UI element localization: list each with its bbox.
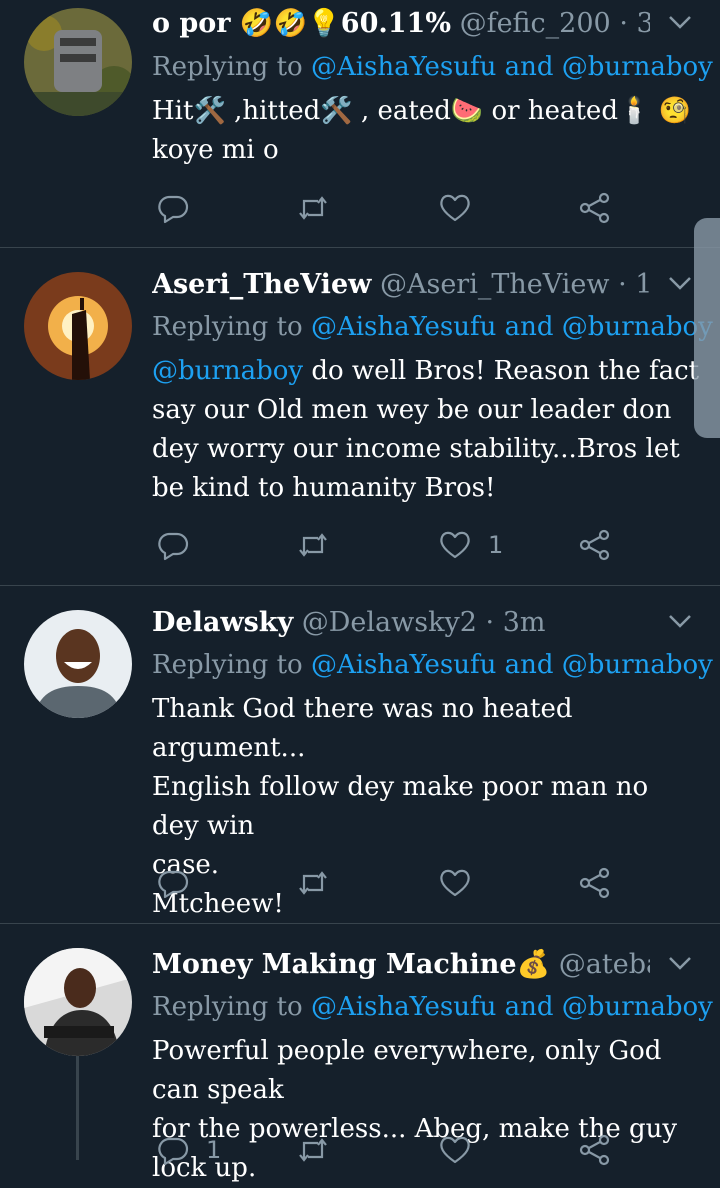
user-handle[interactable]: @atebat...: [559, 949, 650, 980]
separator: ·: [618, 269, 627, 300]
share-icon: [579, 192, 610, 224]
avatar[interactable]: [24, 272, 132, 380]
like-button[interactable]: [438, 1130, 472, 1170]
scrollbar[interactable]: [694, 218, 720, 438]
share-button[interactable]: [578, 188, 612, 228]
replying-to-label: Replying to: [152, 650, 303, 680]
tweet[interactable]: Delawsky @Delawsky2 · 3m Replying to @Ai…: [0, 586, 720, 924]
replying-to-users[interactable]: @AishaYesufu and @burnaboy: [311, 650, 713, 680]
user-handle[interactable]: @Aseri_TheView: [380, 269, 610, 300]
like-icon: [440, 869, 470, 897]
chevron-down-icon[interactable]: [666, 8, 694, 36]
replying-to-users[interactable]: @AishaYesufu and @burnaboy: [311, 992, 713, 1022]
retweet-icon: [299, 196, 327, 220]
reply-button[interactable]: [156, 525, 190, 565]
share-button[interactable]: [578, 863, 612, 903]
chevron-down-icon[interactable]: [666, 949, 694, 977]
replying-to-users[interactable]: @AishaYesufu and @burnaboy: [311, 52, 713, 82]
tweet-header: o por 🤣🤣💡60.11% @fefic_200 · 3m: [152, 7, 650, 41]
tweet-text: Hit🛠️ ,hitted🛠️ , eated🍉 or heated🕯️ 🧐 k…: [152, 96, 691, 165]
timestamp[interactable]: 3m: [503, 607, 546, 638]
user-handle[interactable]: @Delawsky2: [302, 607, 477, 638]
tweet-actions: [152, 188, 622, 228]
retweet-icon: [299, 533, 327, 557]
like-button[interactable]: 1: [438, 525, 503, 565]
replying-to: Replying to @AishaYesufu and @burnaboy: [152, 310, 713, 344]
reply-icon: [158, 1137, 189, 1166]
retweet-icon: [299, 871, 327, 895]
replying-to: Replying to @AishaYesufu and @burnaboy: [152, 50, 713, 84]
timestamp[interactable]: 3m: [637, 8, 651, 39]
share-button[interactable]: [578, 1130, 612, 1170]
avatar[interactable]: [24, 948, 132, 1056]
avatar[interactable]: [24, 8, 132, 116]
tweet-actions: 1: [152, 525, 622, 565]
separator: ·: [485, 607, 495, 638]
chevron-down-icon[interactable]: [666, 269, 694, 297]
like-icon: [440, 531, 470, 559]
replying-to: Replying to @AishaYesufu and @burnaboy: [152, 990, 713, 1024]
replying-to-label: Replying to: [152, 992, 303, 1022]
replying-to-users[interactable]: @AishaYesufu and @burnaboy: [311, 312, 713, 342]
tweet-actions: 1: [152, 1130, 622, 1170]
display-name[interactable]: Money Making Machine💰: [152, 949, 550, 980]
reply-icon: [158, 195, 189, 224]
reply-icon: [158, 532, 189, 561]
separator: ·: [619, 8, 628, 39]
replying-to-label: Replying to: [152, 52, 303, 82]
tweet-header: Delawsky @Delawsky2 · 3m: [152, 606, 650, 640]
like-button[interactable]: [438, 188, 472, 228]
display-name[interactable]: Delawsky: [152, 607, 293, 638]
retweet-button[interactable]: [296, 525, 330, 565]
avatar[interactable]: [24, 610, 132, 718]
tweet[interactable]: o por 🤣🤣💡60.11% @fefic_200 · 3m Replying…: [0, 0, 720, 248]
tweet-actions: [152, 863, 622, 903]
reply-button[interactable]: 1: [156, 1130, 221, 1170]
timestamp[interactable]: 13m: [635, 269, 650, 300]
retweet-button[interactable]: [296, 1130, 330, 1170]
display-name[interactable]: o por 🤣🤣💡60.11%: [152, 8, 451, 39]
retweet-icon: [299, 1138, 327, 1162]
thread-line: [76, 1056, 79, 1160]
like-count: 1: [488, 531, 504, 559]
chevron-down-icon[interactable]: [666, 607, 694, 635]
retweet-button[interactable]: [296, 188, 330, 228]
reply-button[interactable]: [156, 188, 190, 228]
reply-button[interactable]: [156, 863, 190, 903]
display-name[interactable]: Aseri_TheView: [152, 269, 371, 300]
share-icon: [579, 1134, 610, 1166]
share-icon: [579, 529, 610, 561]
share-button[interactable]: [578, 525, 612, 565]
retweet-button[interactable]: [296, 863, 330, 903]
mention-link[interactable]: @burnaboy: [152, 356, 303, 386]
share-icon: [579, 867, 610, 899]
tweet[interactable]: Money Making Machine💰 @atebat... · 7m Re…: [0, 924, 720, 1183]
like-icon: [440, 194, 470, 222]
reply-icon: [158, 870, 189, 899]
user-handle[interactable]: @fefic_200: [460, 8, 611, 39]
tweet-text: @burnaboy do well Bros! Reason the fact …: [152, 352, 700, 508]
replying-to: Replying to @AishaYesufu and @burnaboy: [152, 648, 713, 682]
tweet[interactable]: Aseri_TheView @Aseri_TheView · 13m Reply…: [0, 248, 720, 586]
like-icon: [440, 1136, 470, 1164]
replying-to-label: Replying to: [152, 312, 303, 342]
tweet-header: Aseri_TheView @Aseri_TheView · 13m: [152, 268, 650, 302]
like-button[interactable]: [438, 863, 472, 903]
tweet-header: Money Making Machine💰 @atebat... · 7m: [152, 948, 650, 982]
